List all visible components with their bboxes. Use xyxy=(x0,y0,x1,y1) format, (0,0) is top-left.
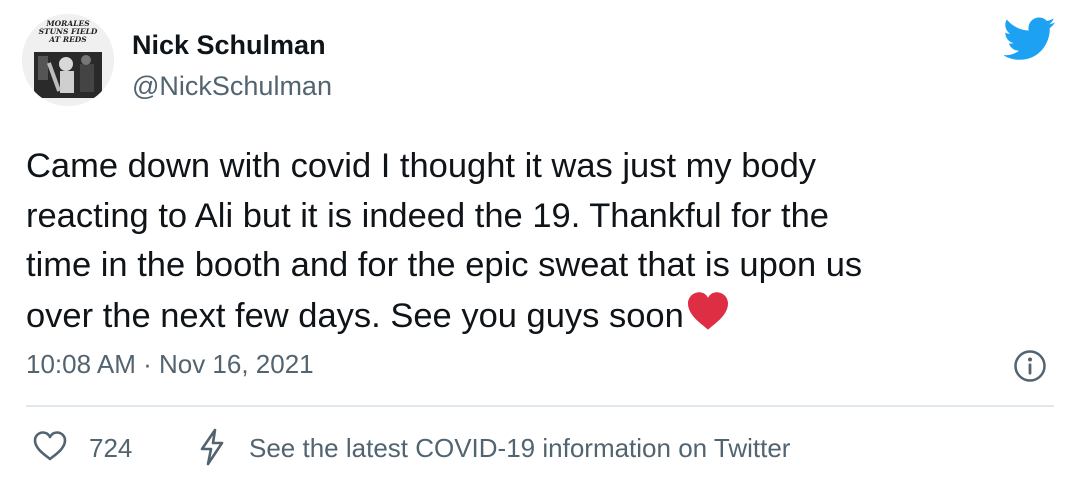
tweet-line: over the next few days. See you guys soo… xyxy=(26,296,684,335)
tweet-line: time in the booth and for the epic sweat… xyxy=(26,246,863,284)
tweet-line-last: over the next few days. See you guys soo… xyxy=(26,291,1056,342)
heart-outline-icon[interactable] xyxy=(32,429,68,463)
like-count[interactable]: 724 xyxy=(89,433,132,464)
twitter-bird-icon[interactable] xyxy=(1003,17,1056,61)
tweet-text: Came down with covid I thought it was ju… xyxy=(26,142,1056,341)
divider xyxy=(26,405,1054,407)
author-name[interactable]: Nick Schulman xyxy=(132,30,326,61)
tweet-line: reacting to Ali but it is indeed the 19.… xyxy=(26,196,829,235)
author-handle[interactable]: @NickSchulman xyxy=(132,71,332,102)
tweet-timestamp[interactable]: 10:08 AM · Nov 16, 2021 xyxy=(26,349,314,380)
covid-info-link[interactable]: See the latest COVID-19 information on T… xyxy=(249,433,790,464)
info-icon[interactable] xyxy=(1013,349,1047,383)
lightning-bolt-icon[interactable] xyxy=(198,428,226,466)
red-heart-emoji xyxy=(687,291,728,330)
avatar-caption: MORALES STUNS FIELD AT REDS xyxy=(38,19,98,44)
avatar[interactable]: MORALES STUNS FIELD AT REDS xyxy=(22,14,114,106)
tweet-line: Came down with covid I thought it was ju… xyxy=(26,147,817,185)
tweet-card: MORALES STUNS FIELD AT REDS Nick Schulma… xyxy=(0,0,1080,481)
tweet-actions: 724 See the latest COVID-19 information … xyxy=(26,426,1026,470)
